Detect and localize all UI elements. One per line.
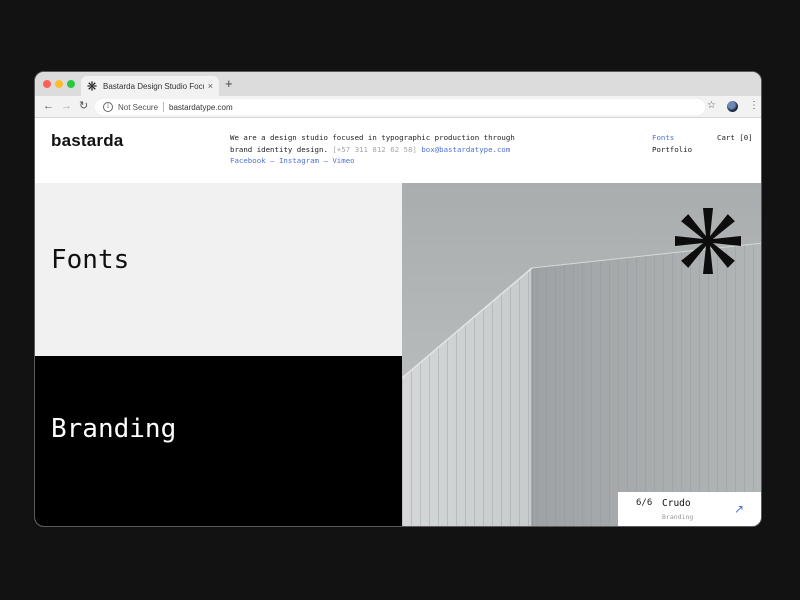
star-icon[interactable]: ☆ [707,100,716,111]
tab-title: Bastarda Design Studio Focus [103,81,204,91]
reload-icon[interactable]: ↻ [79,99,88,113]
nav-link-fonts[interactable]: Fonts [652,132,692,144]
concrete-photo [402,183,761,526]
address-bar[interactable]: i Not Secure bastardatype.com [95,99,705,115]
project-caption[interactable]: 6/6 Crudo Branding ↗ [618,492,761,526]
info-icon[interactable]: i [103,102,113,112]
slide-counter: 6/6 [636,498,653,508]
tab-close-icon[interactable]: × [208,81,213,91]
asterisk-icon [675,208,741,274]
social-links[interactable]: Facebook – Instagram – Vimeo [230,156,355,165]
maximize-window-button[interactable] [67,80,75,88]
cart-link[interactable]: Cart [0] [717,132,753,144]
project-title: Crudo [662,498,691,509]
fonts-panel[interactable]: Fonts [35,183,402,356]
branding-panel[interactable]: Branding [35,356,402,526]
email-link[interactable]: box@bastardatype.com [421,145,510,154]
arrow-up-right-icon[interactable]: ↗ [734,502,744,516]
security-label: Not Secure [118,102,159,112]
divider [163,102,165,112]
new-tab-button[interactable]: + [225,77,233,91]
asterisk-icon [87,81,97,91]
hero-image: 6/6 Crudo Branding ↗ [402,183,761,526]
profile-icon[interactable] [727,101,738,112]
minimize-window-button[interactable] [55,80,63,88]
browser-window: Bastarda Design Studio Focus × + ← → ↻ i… [34,71,762,527]
menu-icon[interactable]: ⋮ [749,99,759,113]
url-text: bastardatype.com [169,102,233,112]
fonts-panel-label: Fonts [51,245,130,275]
tab-bar: Bastarda Design Studio Focus × + [35,72,761,96]
project-category: Branding [662,513,694,521]
forward-arrow-icon[interactable]: → [61,99,72,113]
intro-text-block: We are a design studio focused in typogr… [230,132,530,167]
close-window-button[interactable] [43,80,51,88]
site-nav: Fonts Portfolio [652,132,692,155]
site-header: bastarda We are a design studio focused … [35,118,761,183]
site-logo[interactable]: bastarda [51,131,123,151]
branding-panel-label: Branding [51,414,177,444]
phone-number: [+57 311 812 62 58] [332,144,417,154]
back-arrow-icon[interactable]: ← [43,99,54,113]
browser-toolbar: ← → ↻ i Not Secure bastardatype.com ☆ ⋮ [35,96,761,118]
nav-link-portfolio[interactable]: Portfolio [652,144,692,156]
browser-tab[interactable]: Bastarda Design Studio Focus × [81,76,219,96]
